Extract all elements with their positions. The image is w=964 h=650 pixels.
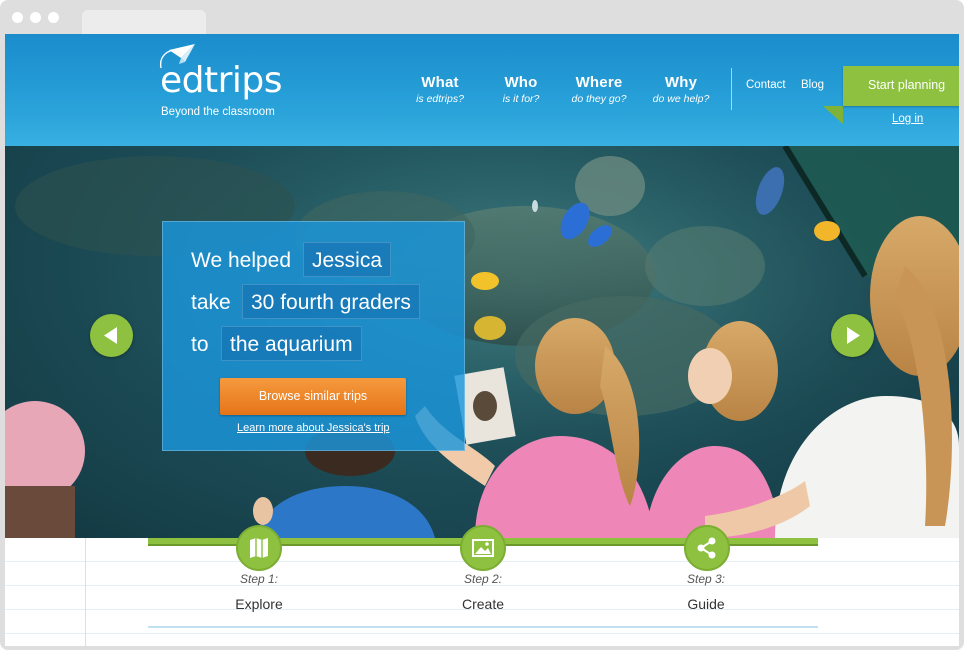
promo-lead-text: to xyxy=(191,333,209,356)
step-name[interactable]: Create xyxy=(423,596,543,612)
arrow-right-icon xyxy=(847,327,860,344)
window-dot-icon[interactable] xyxy=(12,12,23,23)
step-guide-button[interactable] xyxy=(684,525,730,571)
step-explore-button[interactable] xyxy=(236,525,282,571)
nav-item-subtitle: is it for? xyxy=(502,93,540,105)
map-icon xyxy=(250,538,268,558)
nav-item-title: What xyxy=(421,74,459,91)
trip-promo-panel: We helped Jessica take 30 fourth graders… xyxy=(162,221,465,451)
notebook-margin-line xyxy=(85,538,86,646)
start-planning-button[interactable]: Start planning xyxy=(843,66,959,106)
browser-window: edtrips Beyond the classroom What is edt… xyxy=(0,0,964,650)
image-icon xyxy=(472,539,494,557)
nav-item-subtitle: do we help? xyxy=(652,93,710,105)
nav-item-title: Why xyxy=(664,74,698,91)
arrow-left-icon xyxy=(104,327,117,344)
step-number: Step 1: xyxy=(239,572,279,586)
carousel-prev-button[interactable] xyxy=(90,314,133,357)
site-header: edtrips Beyond the classroom What is edt… xyxy=(5,34,959,146)
step-number: Step 3: xyxy=(686,572,726,586)
window-dot-icon[interactable] xyxy=(48,12,59,23)
step-name[interactable]: Explore xyxy=(199,596,319,612)
promo-lead-text: We helped xyxy=(191,249,292,272)
nav-item-subtitle: is edtrips? xyxy=(416,93,464,105)
steps-section: Step 1: Explore Step 2: Create Step 3: G… xyxy=(5,525,959,646)
window-dot-icon[interactable] xyxy=(30,12,41,23)
nav-divider xyxy=(731,68,732,110)
nav-item-where[interactable]: Where do they go? xyxy=(563,74,635,114)
login-link[interactable]: Log in xyxy=(892,113,923,125)
promo-lead-text: take xyxy=(191,291,231,314)
steps-bottom-line xyxy=(148,626,818,628)
learn-more-link[interactable]: Learn more about Jessica's trip xyxy=(237,422,390,434)
ribbon-fold xyxy=(823,106,843,124)
step-name[interactable]: Guide xyxy=(646,596,766,612)
browser-tab[interactable] xyxy=(82,10,206,34)
nav-item-what[interactable]: What is edtrips? xyxy=(405,74,475,114)
site-logo[interactable]: edtrips Beyond the classroom xyxy=(155,42,315,122)
blog-link[interactable]: Blog xyxy=(801,79,824,91)
nav-item-title: Who xyxy=(504,74,538,91)
browser-chrome xyxy=(0,0,964,34)
nav-item-subtitle: do they go? xyxy=(571,93,627,105)
step-number: Step 2: xyxy=(463,572,503,586)
share-icon xyxy=(697,537,716,559)
nav-item-why[interactable]: Why do we help? xyxy=(645,74,717,114)
promo-value-name[interactable]: Jessica xyxy=(303,242,392,277)
logo-tagline: Beyond the classroom xyxy=(161,106,275,118)
nav-item-title: Where xyxy=(575,74,623,91)
contact-link[interactable]: Contact xyxy=(746,79,786,91)
promo-value-group[interactable]: 30 fourth graders xyxy=(242,284,420,319)
step-create-button[interactable] xyxy=(460,525,506,571)
page-viewport: edtrips Beyond the classroom What is edt… xyxy=(5,34,959,646)
hero-banner: We helped Jessica take 30 fourth graders… xyxy=(5,146,959,538)
carousel-next-button[interactable] xyxy=(831,314,874,357)
nav-item-who[interactable]: Who is it for? xyxy=(491,74,551,114)
promo-value-destination[interactable]: the aquarium xyxy=(221,326,362,361)
browse-similar-trips-button[interactable]: Browse similar trips xyxy=(220,378,406,415)
aquarium-photo xyxy=(5,146,959,538)
logo-wordmark: edtrips xyxy=(160,60,283,101)
